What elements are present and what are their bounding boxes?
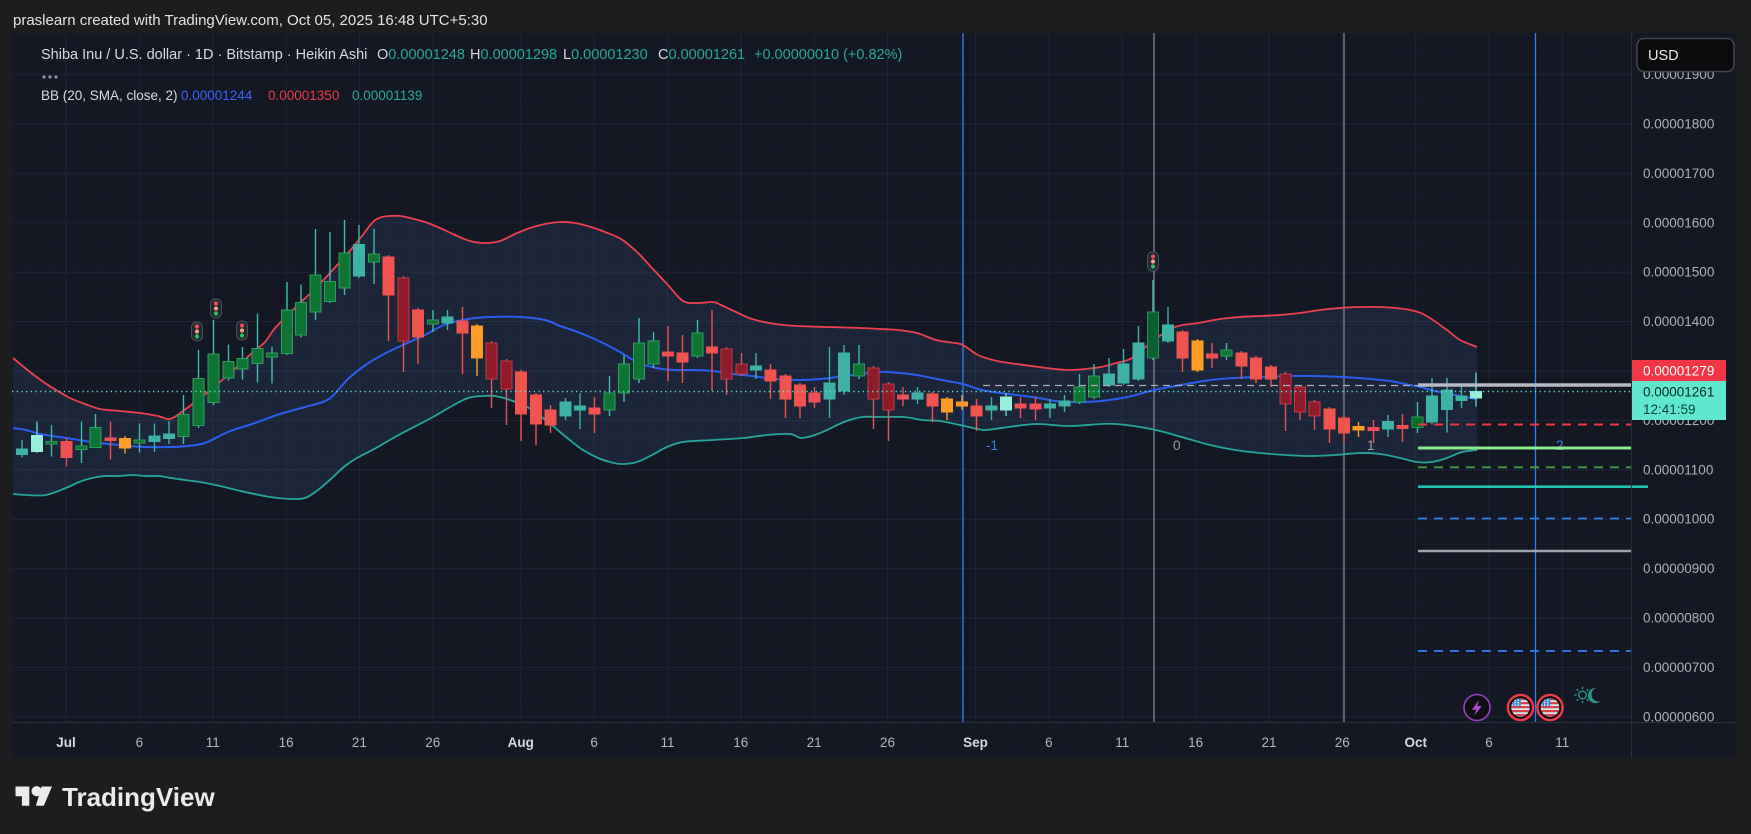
svg-text:0.00000800: 0.00000800 <box>1643 611 1714 626</box>
svg-text:6: 6 <box>136 735 144 750</box>
svg-text:0.00000700: 0.00000700 <box>1643 660 1714 675</box>
svg-text:21: 21 <box>807 735 822 750</box>
svg-text:11: 11 <box>1555 735 1569 750</box>
svg-text:-1: -1 <box>986 438 998 453</box>
svg-text:2: 2 <box>1556 438 1564 453</box>
svg-text:11: 11 <box>660 735 674 750</box>
svg-text:BB (20, SMA, close, 2): BB (20, SMA, close, 2) <box>41 88 178 103</box>
svg-text:21: 21 <box>1261 735 1276 750</box>
svg-text:16: 16 <box>1188 735 1203 750</box>
svg-text:0.00001139: 0.00001139 <box>352 88 422 103</box>
svg-text:0.00001350: 0.00001350 <box>268 88 339 103</box>
svg-text:0.00001261: 0.00001261 <box>1643 385 1714 400</box>
svg-text:0.00001700: 0.00001700 <box>1643 166 1714 181</box>
svg-text:11: 11 <box>1115 735 1129 750</box>
svg-text:6: 6 <box>1485 735 1493 750</box>
svg-text:0.00001800: 0.00001800 <box>1643 117 1714 132</box>
svg-text:0.00001000: 0.00001000 <box>1643 512 1714 527</box>
svg-text:Sep: Sep <box>963 735 988 750</box>
svg-text:26: 26 <box>880 735 895 750</box>
svg-text:26: 26 <box>1335 735 1350 750</box>
svg-text:0.00001100: 0.00001100 <box>1643 462 1713 477</box>
svg-text:Oct: Oct <box>1404 735 1427 750</box>
svg-text:12:41:59: 12:41:59 <box>1643 402 1696 417</box>
svg-text:Aug: Aug <box>508 735 534 750</box>
svg-text:0.00001244: 0.00001244 <box>181 88 253 103</box>
svg-text:USD: USD <box>1648 48 1679 64</box>
svg-text:praslearn created with Trading: praslearn created with TradingView.com, … <box>13 12 488 29</box>
svg-text:26: 26 <box>425 735 440 750</box>
svg-text:0.00000600: 0.00000600 <box>1643 709 1714 724</box>
svg-text:Jul: Jul <box>56 735 76 750</box>
svg-text:0.00000900: 0.00000900 <box>1643 561 1714 576</box>
svg-text:Shiba Inu / U.S. dollar · 1D ·: Shiba Inu / U.S. dollar · 1D · Bitstamp … <box>41 47 902 63</box>
svg-text:TradingView: TradingView <box>62 782 215 812</box>
svg-text:6: 6 <box>1045 735 1053 750</box>
svg-text:0: 0 <box>1173 438 1181 453</box>
svg-text:16: 16 <box>279 735 294 750</box>
svg-text:0.00001600: 0.00001600 <box>1643 215 1714 230</box>
svg-text:0.00001279: 0.00001279 <box>1643 364 1714 379</box>
svg-text:6: 6 <box>590 735 598 750</box>
svg-text:16: 16 <box>733 735 748 750</box>
svg-text:0.00001400: 0.00001400 <box>1643 314 1714 329</box>
svg-text:21: 21 <box>352 735 367 750</box>
svg-text:0.00001500: 0.00001500 <box>1643 265 1714 280</box>
svg-text:11: 11 <box>206 735 220 750</box>
